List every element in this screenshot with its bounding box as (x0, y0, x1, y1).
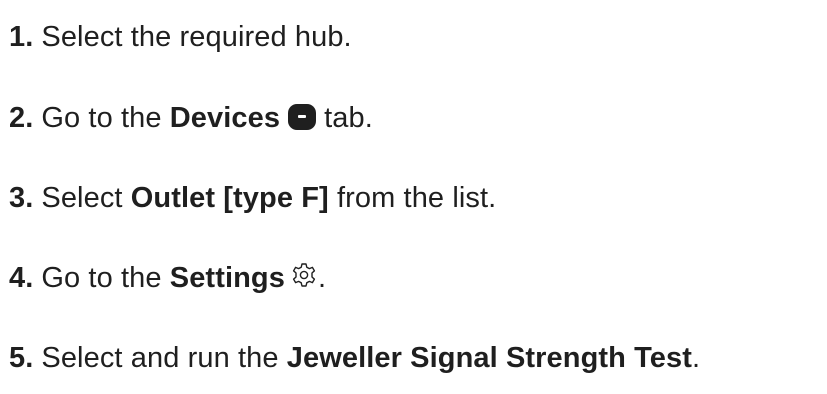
step-number: 1. (9, 21, 34, 53)
step-text-suffix: tab. (324, 102, 373, 134)
step-1: 1. Select the required hub. (9, 17, 352, 57)
step-text-prefix: Select (41, 182, 123, 214)
step-text-prefix: Select and run the (41, 342, 279, 374)
step-5: 5. Select and run the Jeweller Signal St… (9, 338, 700, 378)
step-3: 3. Select Outlet [type F] from the list. (9, 178, 496, 218)
test-name: Jeweller Signal Strength Test (286, 342, 692, 374)
step-text-prefix: Go to the (41, 102, 162, 134)
devices-tab-icon (288, 101, 317, 130)
step-number: 3. (9, 182, 34, 214)
devices-label: Devices (169, 102, 281, 134)
step-number: 4. (9, 262, 34, 294)
device-name: Outlet [type F] (130, 182, 329, 214)
step-number: 2. (9, 102, 34, 134)
gear-icon (291, 259, 317, 287)
step-text: Select the required hub. (41, 21, 352, 53)
step-text-suffix: . (317, 262, 327, 294)
settings-label: Settings (169, 262, 285, 294)
step-text-suffix: . (692, 342, 701, 374)
step-number: 5. (9, 342, 34, 374)
step-4: 4. Go to the Settings . (9, 258, 326, 298)
step-text-suffix: from the list. (336, 182, 497, 214)
step-2: 2. Go to the Devices tab. (9, 98, 373, 138)
step-text-prefix: Go to the (41, 262, 162, 294)
